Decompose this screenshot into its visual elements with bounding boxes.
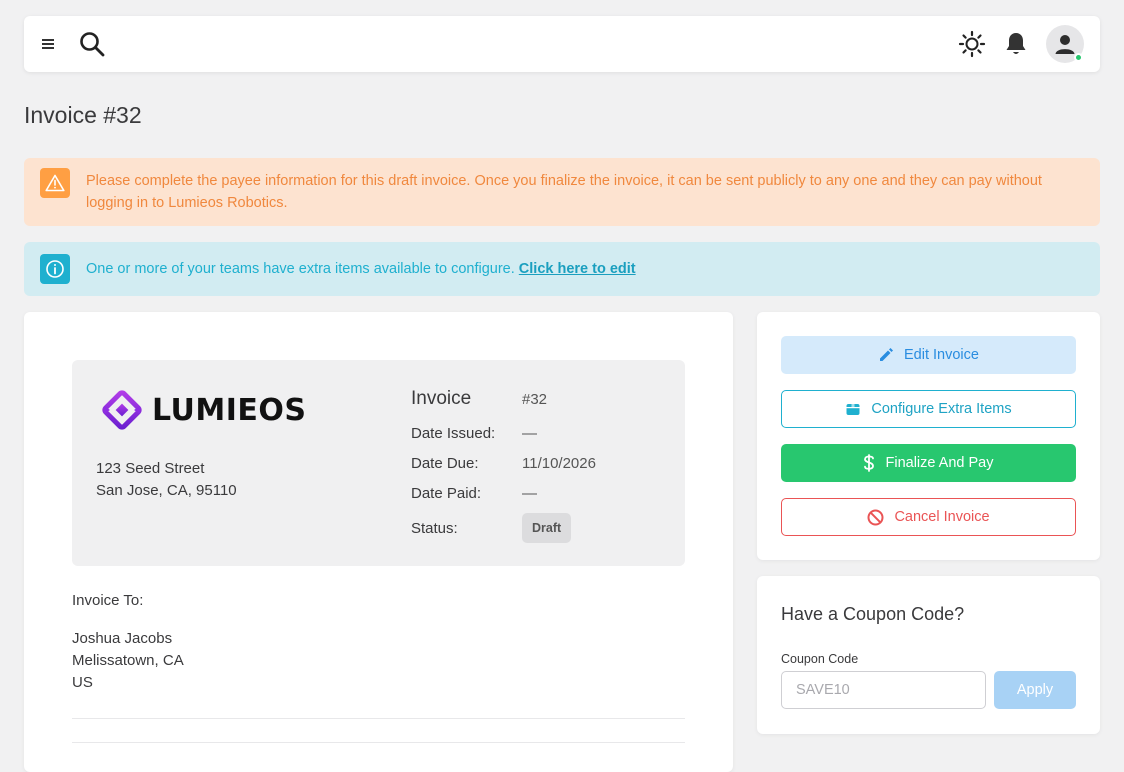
client-name: Joshua Jacobs [72, 630, 173, 647]
date-issued-value: — [522, 424, 537, 442]
configure-extra-items-label: Configure Extra Items [871, 401, 1012, 417]
dollar-icon [864, 454, 875, 472]
invoice-header: LUMIEOS 123 Seed Street San Jose, CA, 95… [72, 360, 685, 566]
ban-icon [867, 509, 884, 525]
search-icon[interactable] [78, 30, 106, 58]
company-address-line1: 123 Seed Street [96, 460, 205, 477]
status-label: Status: [411, 519, 458, 537]
click-here-to-edit-link[interactable]: Click here to edit [519, 261, 636, 277]
client-country: US [72, 674, 93, 691]
warning-alert-text: Please complete the payee information fo… [86, 173, 1042, 211]
date-issued-label: Date Issued: [411, 424, 496, 442]
client-city: Melissatown, CA [72, 652, 184, 669]
date-due-value: 11/10/2026 [522, 454, 596, 472]
date-issued-row: Date Issued: — [411, 418, 671, 448]
client-address: Joshua Jacobs Melissatown, CA US [72, 628, 184, 694]
invoice-number: #32 [522, 390, 548, 408]
top-navbar [24, 16, 1100, 72]
pencil-icon [880, 348, 894, 361]
invoice-preview-card: LUMIEOS 123 Seed Street San Jose, CA, 95… [24, 312, 733, 772]
invoice-meta: Invoice #32 Date Issued: — Date Due: 11/… [411, 384, 671, 548]
finalize-and-pay-label: Finalize And Pay [885, 455, 994, 471]
info-circle-icon [40, 254, 70, 284]
invoice-divider [72, 742, 685, 743]
status-badge: Draft [522, 513, 572, 543]
info-alert-message: One or more of your teams have extra ite… [86, 261, 515, 277]
bell-icon[interactable] [1004, 31, 1028, 57]
invoice-label: Invoice [411, 388, 472, 409]
draft-warning-alert: Please complete the payee information fo… [24, 158, 1100, 226]
coupon-code-label: Coupon Code [781, 652, 859, 666]
company-address: 123 Seed Street San Jose, CA, 95110 [96, 458, 237, 502]
coupon-card: Have a Coupon Code? Coupon Code Apply [757, 576, 1100, 734]
finalize-and-pay-button[interactable]: Finalize And Pay [781, 444, 1076, 482]
sun-icon[interactable] [958, 30, 986, 58]
company-address-line2: San Jose, CA, 95110 [96, 482, 237, 499]
menu-icon[interactable] [40, 35, 58, 53]
coupon-code-input[interactable] [781, 671, 986, 709]
navbar-left [40, 30, 106, 58]
edit-invoice-button[interactable]: Edit Invoice [781, 336, 1076, 374]
date-paid-row: Date Paid: — [411, 478, 671, 508]
invoice-actions-card: Edit Invoice Configure Extra Items Final… [757, 312, 1100, 560]
box-icon [846, 404, 860, 415]
cancel-invoice-button[interactable]: Cancel Invoice [781, 498, 1076, 536]
online-status-dot [1074, 53, 1083, 62]
company-logo-text: LUMIEOS [152, 392, 307, 428]
configure-extra-items-button[interactable]: Configure Extra Items [781, 390, 1076, 428]
status-row: Status: Draft [411, 508, 671, 548]
company-logo: LUMIEOS [100, 388, 307, 432]
date-paid-value: — [522, 484, 537, 502]
navbar-right [958, 25, 1084, 63]
user-icon [1055, 35, 1075, 54]
apply-coupon-button[interactable]: Apply [994, 671, 1076, 709]
date-due-label: Date Due: [411, 454, 479, 472]
warning-triangle-icon [40, 168, 70, 198]
invoice-to-label: Invoice To: [72, 592, 144, 609]
info-alert-text: One or more of your teams have extra ite… [86, 258, 636, 280]
cancel-invoice-label: Cancel Invoice [894, 509, 990, 525]
page-title: Invoice #32 [24, 102, 142, 128]
avatar[interactable] [1046, 25, 1084, 63]
invoice-divider [72, 718, 685, 719]
date-paid-label: Date Paid: [411, 484, 482, 502]
coupon-title: Have a Coupon Code? [781, 604, 965, 624]
lumieos-logo-icon [102, 390, 142, 430]
edit-invoice-label: Edit Invoice [904, 347, 979, 363]
date-due-row: Date Due: 11/10/2026 [411, 448, 671, 478]
extra-items-info-alert: One or more of your teams have extra ite… [24, 242, 1100, 296]
invoice-number-row: Invoice #32 [411, 384, 671, 414]
